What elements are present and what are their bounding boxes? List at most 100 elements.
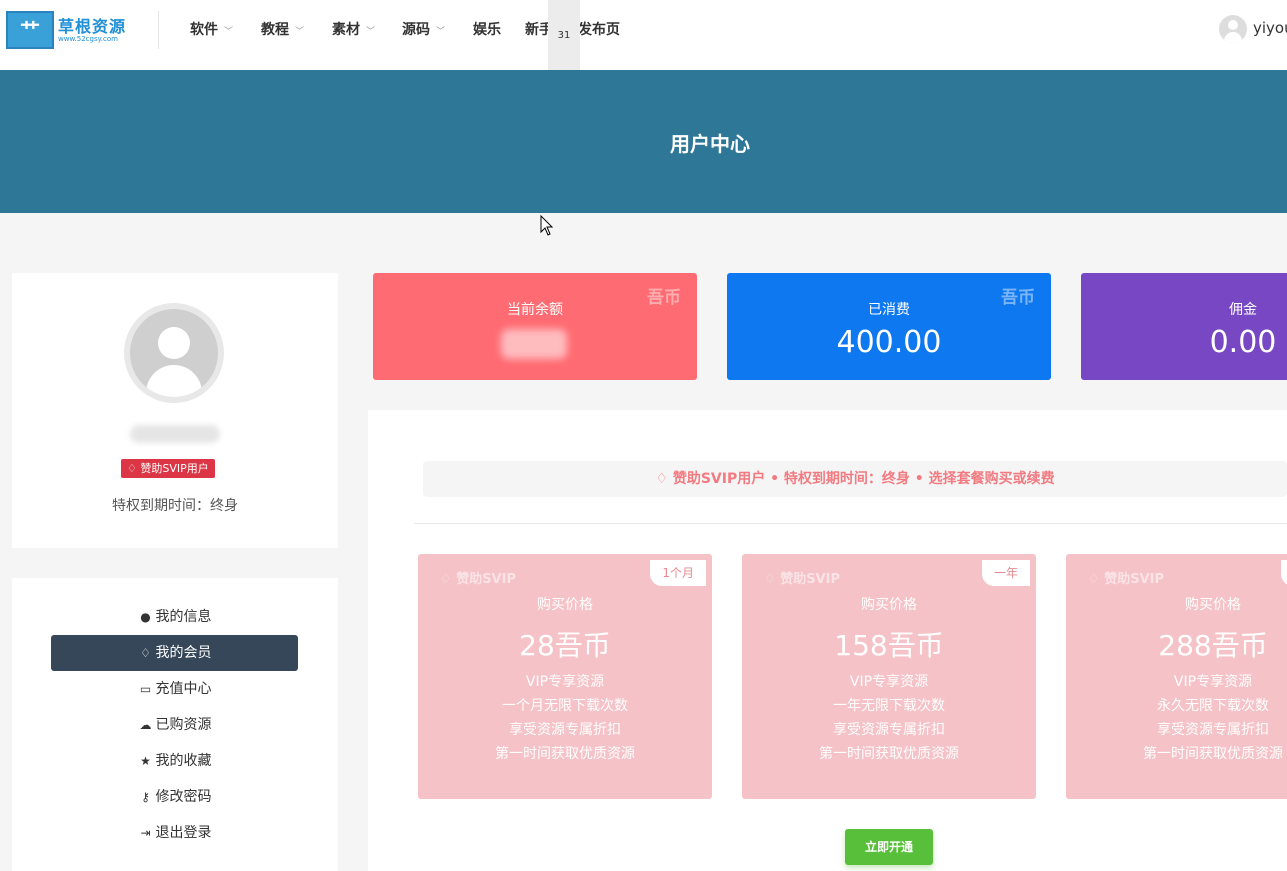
divider: [414, 523, 1287, 524]
plan-price: 158吾币: [834, 629, 944, 662]
plan-feature: 永久无限下载次数: [1157, 698, 1269, 714]
diamond-icon: ♢: [127, 462, 141, 475]
nav-item-source[interactable]: 源码 ﹀: [402, 20, 445, 40]
menu-item-label: 我的信息: [155, 609, 212, 625]
stat-card-balance: 吾币 当前余额: [373, 273, 697, 380]
nav-item-release[interactable]: 发布页: [578, 20, 620, 40]
stat-label: 佣金: [1229, 302, 1257, 318]
plan-tag-label: 赞助SVIP: [1104, 572, 1164, 587]
menu-item-label: 我的会员: [155, 645, 212, 661]
stat-label: 已消费: [868, 302, 910, 318]
plan-feature: VIP专享资源: [1173, 674, 1253, 690]
user-name: yiyou: [1253, 19, 1287, 37]
plan-tag: ♢ 赞助SVIP: [764, 568, 840, 587]
user-menu-card: ● 我的信息 ♢ 我的会员 ▭ 充值中心 ☁ 已购资源 ★ 我的收藏 ⚷ 修改密码 ⇥ 退出登…: [12, 578, 338, 871]
credit-card-icon: ▭: [139, 682, 152, 696]
chevron-down-icon: ﹀: [295, 27, 305, 37]
vip-status-badge: ♢ 赞助SVIP用户: [121, 459, 215, 478]
membership-panel: ♢ 赞助SVIP用户 • 特权到期时间：终身 • 选择套餐购买或续费 ♢ 赞助S…: [368, 410, 1287, 871]
top-navbar: 艹 草根资源 www.52cgsy.com 软件 ﹀ 教程 ﹀ 素材 ﹀ 源码 ﹀ 娱乐…: [0, 0, 1287, 78]
notice-text: 赞助SVIP用户 • 特权到期时间：终身 • 选择套餐购买或续费: [672, 471, 1055, 487]
plan-tag-label: 赞助SVIP: [780, 572, 840, 587]
menu-item-my-info[interactable]: ● 我的信息: [51, 599, 298, 635]
plan-price: 28吾币: [519, 629, 611, 662]
nav-item-software[interactable]: 软件 ﹀: [190, 20, 233, 40]
menu-item-favorites[interactable]: ★ 我的收藏: [51, 743, 298, 779]
menu-item-recharge[interactable]: ▭ 充值中心: [51, 671, 298, 707]
blurred-balance-value: [501, 329, 567, 359]
plan-feature: 第一时间获取优质资源: [1143, 746, 1283, 762]
user-icon: ●: [140, 610, 151, 624]
diamond-icon: ♢: [764, 572, 781, 587]
key-icon: ⚷: [141, 790, 150, 804]
plan-feature: 享受资源专属折扣: [1157, 722, 1269, 738]
plan-tag-label: 赞助SVIP: [456, 572, 516, 587]
open-membership-button[interactable]: 立即开通: [845, 829, 933, 865]
menu-item-label: 退出登录: [155, 825, 212, 841]
sign-out-icon: ⇥: [140, 826, 151, 840]
stat-label: 当前余额: [507, 302, 563, 318]
menu-item-label: 我的收藏: [155, 753, 212, 769]
plan-feature: VIP专享资源: [525, 674, 605, 690]
avatar: [1219, 15, 1247, 43]
plan-card-yearly[interactable]: ♢ 赞助SVIP 一年 购买价格 158吾币 VIP专享资源 一年无限下载次数 …: [742, 554, 1036, 799]
plan-feature: 享受资源专属折扣: [833, 722, 945, 738]
nav-label: 娱乐: [473, 22, 501, 38]
chevron-down-icon: ﹀: [366, 27, 376, 37]
profile-avatar[interactable]: [124, 303, 224, 403]
vip-badge-label: 赞助SVIP用户: [140, 462, 209, 475]
menu-item-label: 修改密码: [155, 789, 212, 805]
chevron-down-icon: ﹀: [224, 27, 234, 37]
stat-card-spent: 吾币 已消费 400.00: [727, 273, 1051, 380]
stat-value: 0.00: [1209, 325, 1277, 360]
menu-item-label: 充值中心: [155, 681, 212, 697]
stat-value: 400.00: [836, 325, 942, 360]
plan-card-monthly[interactable]: ♢ 赞助SVIP 1个月 购买价格 28吾币 VIP专享资源 一个月无限下载次数…: [418, 554, 712, 799]
plan-period-badge: [1281, 560, 1287, 586]
plan-price-label: 购买价格: [537, 597, 593, 613]
chevron-down-icon: ﹀: [436, 27, 446, 37]
plan-period-badge: 一年: [981, 560, 1030, 586]
menu-item-change-password[interactable]: ⚷ 修改密码: [51, 779, 298, 815]
menu-item-purchased[interactable]: ☁ 已购资源: [51, 707, 298, 743]
nav-item-entertainment[interactable]: 娱乐: [473, 20, 501, 40]
plan-price-label: 购买价格: [1185, 597, 1241, 613]
menu-item-my-membership[interactable]: ♢ 我的会员: [51, 635, 298, 671]
plan-feature: 一年无限下载次数: [833, 698, 945, 714]
logo-url: www.52cgsy.com: [58, 35, 118, 43]
plan-feature: VIP专享资源: [849, 674, 929, 690]
stat-card-commission: 佣金 0.00: [1081, 273, 1287, 380]
nav-label: 素材: [332, 22, 360, 38]
floating-badge[interactable]: 31: [548, 0, 580, 78]
mouse-cursor-icon: [540, 215, 554, 236]
menu-item-logout[interactable]: ⇥ 退出登录: [51, 815, 298, 851]
cloud-download-icon: ☁: [139, 718, 152, 732]
nav-label: 源码: [402, 22, 430, 38]
diamond-icon: ♢: [1088, 572, 1105, 587]
menu-item-label: 已购资源: [155, 717, 212, 733]
membership-notice: ♢ 赞助SVIP用户 • 特权到期时间：终身 • 选择套餐购买或续费: [423, 461, 1287, 497]
star-icon: ★: [140, 754, 151, 768]
nav-item-tutorial[interactable]: 教程 ﹀: [261, 20, 304, 40]
plan-feature: 一个月无限下载次数: [502, 698, 628, 714]
nav-item-material[interactable]: 素材 ﹀: [332, 20, 375, 40]
nav-label: 教程: [261, 22, 289, 38]
page-title: 用户中心: [670, 132, 750, 156]
diamond-icon: ♢: [440, 572, 457, 587]
site-logo[interactable]: 艹 草根资源 www.52cgsy.com: [6, 11, 156, 49]
page-banner: 用户中心: [0, 70, 1287, 213]
plan-tag: ♢ 赞助SVIP: [440, 568, 516, 587]
plan-price-label: 购买价格: [861, 597, 917, 613]
expire-time-text: 特权到期时间：终身: [112, 498, 238, 514]
diamond-icon: ♢: [655, 471, 673, 487]
nav-label: 发布页: [578, 22, 620, 38]
plan-feature: 第一时间获取优质资源: [495, 746, 635, 762]
plan-period-badge: 1个月: [650, 560, 706, 586]
plan-card-lifetime[interactable]: ♢ 赞助SVIP 购买价格 288吾币 VIP专享资源 永久无限下载次数 享受资…: [1066, 554, 1287, 799]
plan-tag: ♢ 赞助SVIP: [1088, 568, 1164, 587]
plan-feature: 享受资源专属折扣: [509, 722, 621, 738]
diamond-icon: ♢: [140, 646, 151, 660]
nav-label: 软件: [190, 22, 218, 38]
logo-title: 草根资源: [58, 17, 127, 36]
logo-icon: 艹: [6, 11, 54, 49]
